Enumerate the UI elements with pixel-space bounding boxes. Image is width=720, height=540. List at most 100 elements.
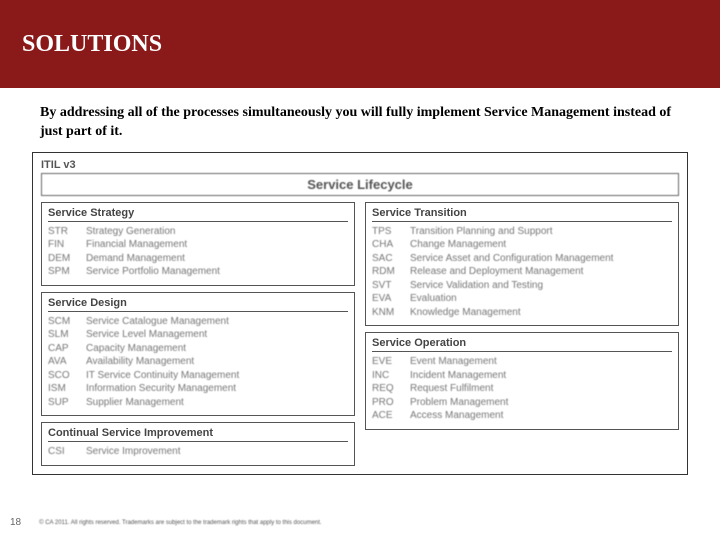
process-row: DEMDemand Management xyxy=(48,252,348,266)
process-row: SUPSupplier Management xyxy=(48,396,348,410)
process-abbr: EVA xyxy=(372,292,410,306)
group-title: Service Strategy xyxy=(48,207,348,219)
process-abbr: CHA xyxy=(372,238,410,252)
process-desc: IT Service Continuity Management xyxy=(86,369,348,383)
group-title: Continual Service Improvement xyxy=(48,427,348,439)
process-group: Service Strategy STRStrategy GenerationFI… xyxy=(41,202,355,286)
process-desc: Demand Management xyxy=(86,252,348,266)
process-desc: Knowledge Management xyxy=(410,306,672,320)
subtitle-text: By addressing all of the processes simul… xyxy=(0,88,720,152)
process-abbr: SAC xyxy=(372,252,410,266)
process-row: PROProblem Management xyxy=(372,396,672,410)
process-desc: Availability Management xyxy=(86,355,348,369)
process-row: INCIncident Management xyxy=(372,369,672,383)
group-title: Service Transition xyxy=(372,207,672,219)
process-desc: Supplier Management xyxy=(86,396,348,410)
process-desc: Service Validation and Testing xyxy=(410,279,672,293)
process-row: REQRequest Fulfilment xyxy=(372,382,672,396)
process-desc: Evaluation xyxy=(410,292,672,306)
process-row: EVEEvent Management xyxy=(372,355,672,369)
process-row: SLMService Level Management xyxy=(48,328,348,342)
page-title: SOLUTIONS xyxy=(22,31,162,58)
process-desc: Information Security Management xyxy=(86,382,348,396)
process-desc: Access Management xyxy=(410,409,672,423)
process-row: ISMInformation Security Management xyxy=(48,382,348,396)
process-abbr: RDM xyxy=(372,265,410,279)
process-abbr: SCM xyxy=(48,315,86,329)
process-abbr: SVT xyxy=(372,279,410,293)
process-desc: Problem Management xyxy=(410,396,672,410)
process-desc: Request Fulfilment xyxy=(410,382,672,396)
process-row: SVTService Validation and Testing xyxy=(372,279,672,293)
process-desc: Service Level Management xyxy=(86,328,348,342)
process-abbr: EVE xyxy=(372,355,410,369)
process-abbr: ISM xyxy=(48,382,86,396)
divider xyxy=(372,221,672,222)
process-row: RDMRelease and Deployment Management xyxy=(372,265,672,279)
process-abbr: SUP xyxy=(48,396,86,410)
process-row: SCOIT Service Continuity Management xyxy=(48,369,348,383)
process-abbr: SLM xyxy=(48,328,86,342)
process-group: Continual Service Improvement CSIService … xyxy=(41,422,355,466)
process-row: FINFinancial Management xyxy=(48,238,348,252)
process-group: Service Operation EVEEvent ManagementINCI… xyxy=(365,332,679,430)
process-group: Service Transition TPSTransition Planning… xyxy=(365,202,679,327)
process-abbr: TPS xyxy=(372,225,410,239)
process-desc: Event Management xyxy=(410,355,672,369)
process-row: STRStrategy Generation xyxy=(48,225,348,239)
process-desc: Strategy Generation xyxy=(86,225,348,239)
process-abbr: SPM xyxy=(48,265,86,279)
process-desc: Incident Management xyxy=(410,369,672,383)
copyright-text: © CA 2011. All rights reserved. Trademar… xyxy=(39,520,321,526)
divider xyxy=(48,221,348,222)
process-group: Service Design SCMService Catalogue Manag… xyxy=(41,292,355,417)
process-abbr: REQ xyxy=(372,382,410,396)
process-abbr: KNM xyxy=(372,306,410,320)
process-row: CAPCapacity Management xyxy=(48,342,348,356)
process-desc: Capacity Management xyxy=(86,342,348,356)
lifecycle-title-bar: Service Lifecycle xyxy=(41,173,679,196)
process-row: SCMService Catalogue Management xyxy=(48,315,348,329)
right-column: Service Transition TPSTransition Planning… xyxy=(365,202,679,466)
lifecycle-diagram: ITIL v3 Service Lifecycle Service Strate… xyxy=(32,152,688,475)
process-desc: Financial Management xyxy=(86,238,348,252)
process-abbr: PRO xyxy=(372,396,410,410)
process-desc: Service Improvement xyxy=(86,445,348,459)
process-desc: Transition Planning and Support xyxy=(410,225,672,239)
process-abbr: STR xyxy=(48,225,86,239)
process-desc: Service Catalogue Management xyxy=(86,315,348,329)
process-row: CSIService Improvement xyxy=(48,445,348,459)
left-column: Service Strategy STRStrategy GenerationFI… xyxy=(41,202,355,466)
process-abbr: ACE xyxy=(372,409,410,423)
process-abbr: DEM xyxy=(48,252,86,266)
page-number: 18 xyxy=(10,517,21,528)
divider xyxy=(48,441,348,442)
process-desc: Release and Deployment Management xyxy=(410,265,672,279)
footer: 18 © CA 2011. All rights reserved. Trade… xyxy=(10,517,322,528)
process-abbr: SCO xyxy=(48,369,86,383)
subtitle-content: By addressing all of the processes simul… xyxy=(40,105,671,139)
process-row: SPMService Portfolio Management xyxy=(48,265,348,279)
process-abbr: AVA xyxy=(48,355,86,369)
process-desc: Service Asset and Configuration Manageme… xyxy=(410,252,672,266)
process-row: TPSTransition Planning and Support xyxy=(372,225,672,239)
process-desc: Service Portfolio Management xyxy=(86,265,348,279)
header-bar: SOLUTIONS xyxy=(0,0,720,88)
process-abbr: INC xyxy=(372,369,410,383)
process-abbr: FIN xyxy=(48,238,86,252)
process-row: AVAAvailability Management xyxy=(48,355,348,369)
process-row: ACEAccess Management xyxy=(372,409,672,423)
process-row: EVAEvaluation xyxy=(372,292,672,306)
process-abbr: CSI xyxy=(48,445,86,459)
diagram-columns: Service Strategy STRStrategy GenerationFI… xyxy=(41,202,679,466)
process-row: KNMKnowledge Management xyxy=(372,306,672,320)
process-row: SACService Asset and Configuration Manag… xyxy=(372,252,672,266)
process-abbr: CAP xyxy=(48,342,86,356)
framework-label: ITIL v3 xyxy=(41,159,679,171)
divider xyxy=(372,351,672,352)
process-row: CHAChange Management xyxy=(372,238,672,252)
group-title: Service Design xyxy=(48,297,348,309)
process-desc: Change Management xyxy=(410,238,672,252)
group-title: Service Operation xyxy=(372,337,672,349)
divider xyxy=(48,311,348,312)
